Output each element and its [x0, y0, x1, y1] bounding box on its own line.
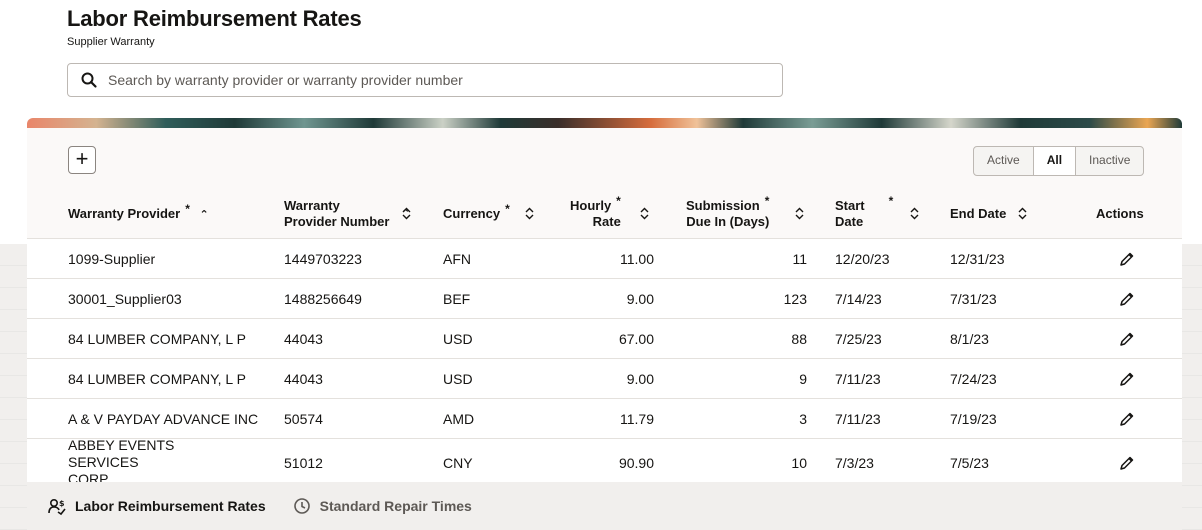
cell-hourly-rate: 11.00	[620, 250, 654, 267]
sort-updown-icon[interactable]	[525, 207, 534, 220]
pencil-icon	[1120, 332, 1134, 346]
cell-hourly-rate: 67.00	[618, 330, 654, 347]
cell-submission-due: 3	[799, 410, 807, 427]
status-filter: Active All Inactive	[973, 146, 1145, 176]
cell-start-date: 7/14/23	[835, 290, 882, 307]
cell-end-date: 8/1/23	[950, 330, 989, 347]
cell-provider-number: 1488256649	[284, 290, 362, 307]
cell-end-date: 7/5/23	[950, 455, 989, 471]
cell-start-date: 7/25/23	[835, 330, 882, 347]
cell-submission-due: 10	[791, 455, 807, 471]
filter-inactive[interactable]: Inactive	[1075, 147, 1143, 175]
cell-start-date: 7/3/23	[835, 455, 874, 471]
col-header-warranty-provider[interactable]: Warranty Provider * ⌃	[68, 202, 209, 223]
cell-submission-due: 88	[791, 330, 807, 347]
page-subtitle: Supplier Warranty	[67, 36, 155, 48]
cell-currency: USD	[443, 330, 473, 347]
cell-provider-number: 50574	[284, 410, 323, 427]
tab-standard-repair-times[interactable]: Standard Repair Times	[292, 496, 472, 516]
table-row[interactable]: 84 LUMBER COMPANY, L P 44043 USD 9.00 9 …	[27, 358, 1182, 398]
rates-icon: $	[48, 498, 66, 516]
filter-all[interactable]: All	[1032, 147, 1076, 175]
cell-hourly-rate: 9.00	[626, 370, 654, 387]
pencil-icon	[1120, 292, 1134, 306]
cell-currency: AFN	[443, 250, 471, 267]
col-header-hourly-rate[interactable]: Hourly * Rate	[570, 194, 621, 230]
cell-start-date: 12/20/23	[835, 250, 890, 267]
table-row[interactable]: 30001_Supplier03 1488256649 BEF 9.00 123…	[27, 278, 1182, 318]
col-header-start-date[interactable]: Start * Date	[835, 194, 893, 230]
cell-currency: USD	[443, 370, 473, 387]
cell-hourly-rate: 90.90	[618, 455, 654, 471]
cell-provider: 1099-Supplier	[68, 250, 156, 267]
tab-labor-reimbursement-rates[interactable]: $ Labor Reimbursement Rates	[47, 496, 266, 516]
pencil-icon	[1120, 252, 1134, 266]
cell-hourly-rate: 11.79	[620, 410, 654, 427]
pencil-icon	[1120, 372, 1134, 386]
sort-updown-icon[interactable]	[1018, 207, 1027, 220]
table-body: 1099-Supplier 1449703223 AFN 11.00 11 12…	[27, 238, 1182, 487]
search-icon	[81, 72, 97, 88]
cell-provider-number: 1449703223	[284, 250, 362, 267]
cell-provider: ABBEY EVENTS SERVICES CORP	[68, 437, 243, 487]
table-row[interactable]: ABBEY EVENTS SERVICES CORP 51012 CNY 90.…	[27, 437, 1182, 487]
cell-end-date: 12/31/23	[950, 250, 1005, 267]
sort-updown-icon[interactable]	[402, 207, 411, 220]
clock-icon	[293, 498, 310, 514]
edit-button[interactable]	[1119, 359, 1135, 398]
search-input[interactable]	[106, 71, 750, 89]
sort-updown-icon[interactable]	[795, 207, 804, 220]
page-title: Labor Reimbursement Rates	[67, 6, 362, 31]
edit-button[interactable]	[1119, 439, 1135, 487]
cell-submission-due: 123	[783, 290, 807, 307]
sort-updown-icon[interactable]	[910, 207, 919, 220]
cell-start-date: 7/11/23	[835, 410, 881, 427]
cell-currency: CNY	[443, 455, 473, 471]
sort-ascending-icon[interactable]: ⌃	[200, 209, 209, 221]
col-header-submission-due[interactable]: Submission * Due In (Days)	[686, 194, 769, 230]
edit-button[interactable]	[1119, 239, 1135, 278]
edit-button[interactable]	[1119, 399, 1135, 438]
edit-button[interactable]	[1119, 319, 1135, 358]
cell-end-date: 7/31/23	[950, 290, 997, 307]
col-header-currency[interactable]: Currency *	[443, 202, 510, 222]
cell-currency: AMD	[443, 410, 475, 427]
cell-provider: 84 LUMBER COMPANY, L P	[68, 370, 246, 387]
cell-submission-due: 11	[792, 250, 807, 267]
page-header: Labor Reimbursement Rates Supplier Warra…	[67, 6, 362, 48]
cell-provider: 84 LUMBER COMPANY, L P	[68, 330, 246, 347]
table-row[interactable]: 84 LUMBER COMPANY, L P 44043 USD 67.00 8…	[27, 318, 1182, 358]
cell-end-date: 7/24/23	[950, 370, 997, 387]
svg-text:$: $	[59, 499, 65, 508]
table-row[interactable]: 1099-Supplier 1449703223 AFN 11.00 11 12…	[27, 238, 1182, 278]
cell-start-date: 7/11/23	[835, 370, 881, 387]
pencil-icon	[1120, 456, 1134, 470]
cell-provider: 30001_Supplier03	[68, 290, 182, 307]
cell-provider-number: 51012	[284, 455, 323, 471]
add-button[interactable]: +	[68, 146, 96, 174]
col-header-end-date[interactable]: End Date	[950, 206, 1006, 222]
cell-provider: A & V PAYDAY ADVANCE INC	[68, 410, 259, 427]
table-row[interactable]: A & V PAYDAY ADVANCE INC 50574 AMD 11.79…	[27, 398, 1182, 438]
col-header-provider-number[interactable]: Warranty Provider Number	[284, 198, 389, 230]
cell-submission-due: 9	[799, 370, 807, 387]
sort-updown-icon[interactable]	[640, 207, 649, 220]
cell-provider-number: 44043	[284, 330, 323, 347]
cell-hourly-rate: 9.00	[626, 290, 654, 307]
pencil-icon	[1120, 412, 1134, 426]
search-bar[interactable]	[67, 63, 783, 97]
edit-button[interactable]	[1119, 279, 1135, 318]
cell-currency: BEF	[443, 290, 471, 307]
footer-tab-bar: $ Labor Reimbursement Rates Standard Rep…	[27, 482, 1182, 530]
filter-active[interactable]: Active	[974, 147, 1033, 175]
col-header-actions: Actions	[1096, 206, 1144, 221]
cell-provider-number: 44043	[284, 370, 323, 387]
cell-end-date: 7/19/23	[950, 410, 997, 427]
